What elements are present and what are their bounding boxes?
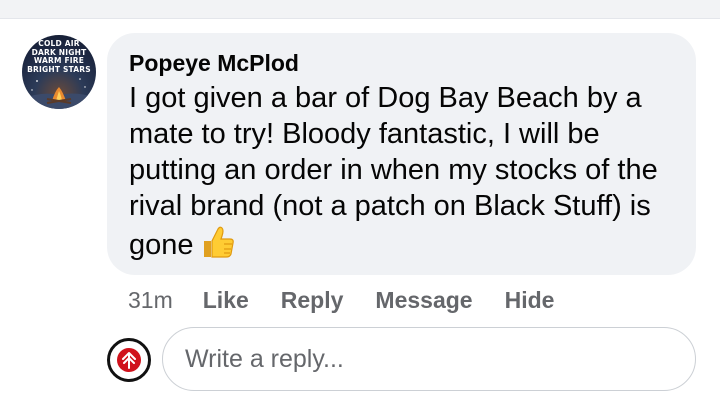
reply-button[interactable]: Reply [281,287,344,314]
comment-timestamp[interactable]: 31m [128,287,173,314]
thumbs-up-icon [203,226,234,258]
like-button[interactable]: Like [203,287,249,314]
comment-author[interactable]: Popeye McPlod [129,48,674,78]
commenter-avatar[interactable]: COLD AIR DARK NIGHT WARM FIRE BRIGHT STA… [22,35,96,109]
comment-body: I got given a bar of Dog Bay Beach by a … [129,80,685,263]
previous-content-strip [0,0,720,19]
avatar-caption: COLD AIR DARK NIGHT WARM FIRE BRIGHT STA… [27,39,91,74]
message-button[interactable]: Message [375,287,472,314]
hide-button[interactable]: Hide [505,287,555,314]
reply-composer [0,326,720,392]
reply-input[interactable] [162,327,696,391]
comment-actions: 31m Like Reply Message Hide [128,284,586,316]
comment-bubble: Popeye McPlod I got given a bar of Dog B… [107,33,696,275]
user-avatar[interactable] [107,338,151,382]
user-avatar-logo-icon [117,348,141,372]
